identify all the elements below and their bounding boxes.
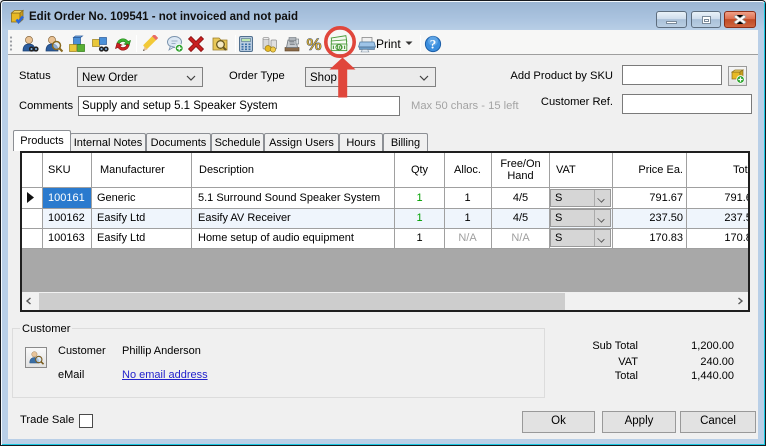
svg-text:?: ?	[430, 37, 437, 52]
